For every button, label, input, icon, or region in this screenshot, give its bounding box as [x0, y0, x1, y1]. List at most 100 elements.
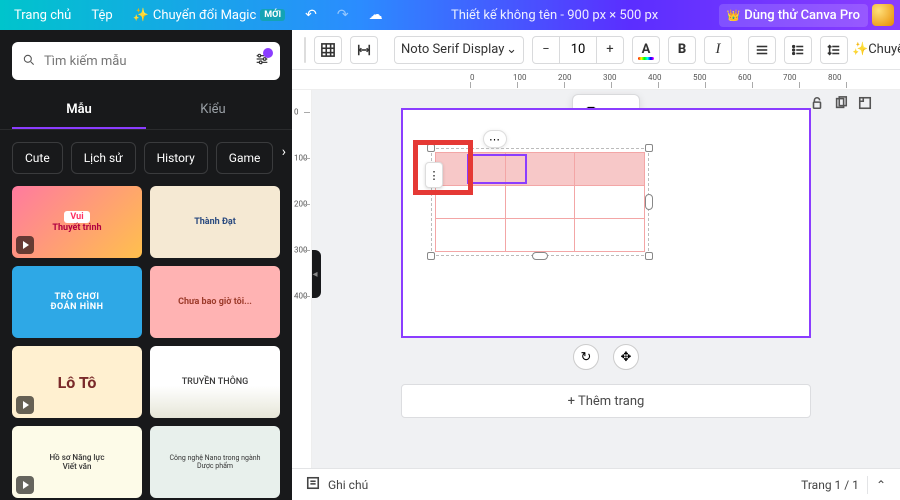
list-button[interactable] — [784, 36, 812, 64]
tab-styles[interactable]: Kiểu — [146, 92, 280, 129]
align-button[interactable] — [748, 36, 776, 64]
template-thumb[interactable]: Công nghệ Nano trong ngành Dược phẩm — [150, 426, 280, 498]
notes-button[interactable]: Ghi chú — [328, 478, 368, 492]
resize-handle[interactable] — [645, 252, 653, 260]
template-thumb[interactable]: Lô Tô — [12, 346, 142, 418]
font-size-inc[interactable]: + — [596, 36, 624, 64]
font-size-input[interactable] — [559, 36, 597, 64]
resize-handle[interactable] — [532, 252, 548, 260]
tab-templates[interactable]: Mẫu — [12, 92, 146, 129]
play-icon — [16, 396, 34, 414]
filter-active-dot — [263, 48, 273, 58]
add-page-button[interactable]: + Thêm trang — [401, 384, 811, 418]
text-toolbar: Noto Serif Display ⌄ − + A B I — [292, 30, 900, 70]
user-avatar[interactable] — [872, 4, 894, 26]
filter-icon[interactable] — [254, 51, 270, 71]
template-thumb[interactable]: Thành Đạt — [150, 186, 280, 258]
spacing-button[interactable] — [350, 36, 378, 64]
element-context-menu[interactable]: ⋯ — [483, 130, 507, 148]
chip-history-vi[interactable]: Lịch sử — [71, 142, 136, 174]
resize-handle[interactable] — [427, 144, 435, 152]
document-title[interactable]: Thiết kế không tên - 900 px × 500 px — [443, 4, 666, 27]
magic-label: Chuyể — [868, 42, 900, 57]
notes-icon[interactable] — [306, 476, 320, 493]
font-size-stepper: − + — [532, 36, 624, 64]
magic-icon: ✨ — [852, 42, 868, 57]
page-counter[interactable]: Trang 1 / 1 — [801, 478, 859, 492]
chip-game[interactable]: Game — [216, 142, 274, 174]
crown-icon — [727, 8, 741, 23]
row-drag-handle[interactable]: ⋮ — [425, 162, 443, 188]
templates-sidebar: Mẫu Kiểu Cute Lịch sử History Game › Vui… — [0, 30, 292, 500]
new-badge: MỚI — [260, 9, 285, 21]
search-input[interactable] — [44, 54, 246, 69]
template-thumb[interactable]: Hồ sơ Năng lực Viết văn — [12, 426, 142, 498]
resize-handle[interactable] — [427, 252, 435, 260]
tpl-text: ĐOÁN HÌNH — [51, 302, 104, 312]
home-menu[interactable]: Trang chủ — [6, 4, 79, 27]
font-name: Noto Serif Display — [401, 42, 504, 57]
category-chips: Cute Lịch sử History Game › — [0, 130, 292, 178]
try-pro-button[interactable]: Dùng thử Canva Pro — [719, 4, 868, 27]
tpl-text: Dược phẩm — [197, 462, 233, 470]
bold-button[interactable]: B — [668, 36, 696, 64]
canvas-page[interactable]: ⋯ ⋮ — [401, 108, 811, 338]
play-icon — [16, 236, 34, 254]
chevron-down-icon: ⌄ — [506, 42, 517, 57]
lock-icon[interactable] — [810, 96, 824, 114]
duplicate-page-icon[interactable] — [834, 96, 848, 114]
main-area: Mẫu Kiểu Cute Lịch sử History Game › Vui… — [0, 30, 900, 500]
text-color-button[interactable]: A — [632, 36, 660, 64]
magic-write-button[interactable]: ✨ Chuyể — [864, 36, 892, 64]
tpl-text: Viết văn — [63, 462, 92, 471]
template-search[interactable] — [12, 42, 280, 80]
fill-color-swatch[interactable] — [304, 37, 306, 63]
cloud-sync-icon[interactable]: ☁ — [361, 3, 391, 27]
sync-button[interactable]: ↻ — [573, 344, 599, 370]
canvas-stage[interactable]: ◂ ••• ⋯ ⋮ — [312, 90, 900, 468]
redo-button[interactable]: ↷ — [329, 3, 357, 27]
template-thumb[interactable]: Chưa bao giờ tôi... — [150, 266, 280, 338]
selection-outline — [431, 148, 649, 256]
tpl-text: Hồ sơ Năng lực — [50, 453, 105, 462]
template-thumb[interactable]: TRUYỀN THÔNG — [150, 346, 280, 418]
top-menu-bar: Trang chủ Tệp ✨ Chuyển đổi Magic MỚI ↶ ↷… — [0, 0, 900, 30]
footer-bar: Ghi chú Trang 1 / 1 ⌃ — [292, 468, 900, 500]
play-icon — [16, 476, 34, 494]
font-size-dec[interactable]: − — [532, 36, 560, 64]
resize-handle[interactable] — [645, 144, 653, 152]
italic-button[interactable]: I — [704, 36, 732, 64]
tpl-text: Chưa bao giờ tôi... — [178, 297, 252, 307]
search-icon — [22, 52, 36, 71]
template-thumb[interactable]: TRÒ CHƠI ĐOÁN HÌNH — [12, 266, 142, 338]
cell-selection[interactable] — [467, 154, 527, 184]
expand-icon[interactable] — [858, 96, 872, 114]
file-menu[interactable]: Tệp — [83, 4, 120, 27]
try-pro-label: Dùng thử Canva Pro — [744, 8, 860, 23]
template-thumb[interactable]: Vui Thuyết trình — [12, 186, 142, 258]
border-style-button[interactable] — [314, 36, 342, 64]
move-button[interactable]: ✥ — [613, 344, 639, 370]
magic-label: Chuyển đổi Magic — [153, 8, 256, 23]
line-spacing-button[interactable] — [820, 36, 848, 64]
resize-handle[interactable] — [645, 194, 653, 210]
magic-switch-menu[interactable]: ✨ Chuyển đổi Magic MỚI — [125, 4, 293, 27]
tpl-text: TRUYỀN THÔNG — [182, 377, 249, 387]
tpl-text: Thuyết trình — [52, 223, 101, 233]
ruler-vertical: 0 100 200 300 400 — [292, 90, 312, 468]
template-grid: Vui Thuyết trình Thành Đạt TRÒ CHƠI ĐOÁN… — [0, 178, 292, 500]
sparkle-icon: ✨ — [133, 8, 149, 23]
editor-area: Noto Serif Display ⌄ − + A B I — [292, 30, 900, 500]
tpl-text: Lô Tô — [58, 373, 97, 392]
tpl-text: TRÒ CHƠI — [55, 292, 100, 302]
chip-history-en[interactable]: History — [144, 142, 208, 174]
font-family-select[interactable]: Noto Serif Display ⌄ — [394, 36, 524, 64]
zoom-out[interactable]: ⌃ — [876, 478, 886, 492]
sidebar-collapse-handle[interactable]: ◂ — [312, 250, 321, 298]
ruler-horizontal: 0 100 200 300 400 500 600 700 800 — [292, 70, 900, 90]
table-element[interactable] — [435, 152, 645, 252]
undo-button[interactable]: ↶ — [297, 3, 325, 27]
tpl-text: Thành Đạt — [194, 217, 236, 227]
chip-cute[interactable]: Cute — [12, 142, 63, 174]
chips-scroll-right[interactable]: › — [282, 144, 286, 160]
